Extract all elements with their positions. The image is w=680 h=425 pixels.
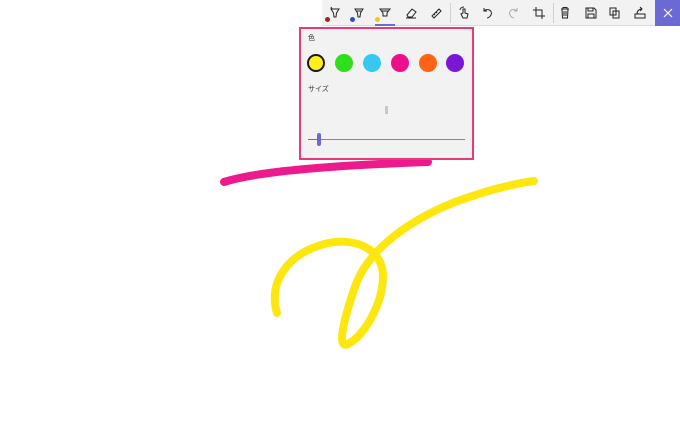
size-section-label: サイズ [308,85,329,93]
color-swatch[interactable] [446,54,464,72]
ballpoint-pen-icon [330,6,340,18]
touch-writing-button[interactable] [452,0,476,26]
toolbar-divider [450,3,451,23]
ruler-icon [431,8,442,19]
crop-button[interactable] [527,0,551,26]
highlighter-color-indicator [375,17,380,22]
copy-button[interactable] [603,0,627,26]
copy-icon [609,7,620,19]
delete-button[interactable] [553,0,577,26]
pen-size-preview [385,106,388,114]
color-swatch[interactable] [363,54,381,72]
share-button[interactable] [628,0,652,26]
color-swatch[interactable] [335,54,353,72]
redo-button[interactable] [501,0,525,26]
undo-icon [483,8,492,19]
active-tool-indicator [375,24,395,26]
pencil-color-indicator [350,17,355,22]
pencil-button[interactable] [347,0,371,26]
delete-icon [561,7,569,19]
ballpoint-color-indicator [325,17,330,22]
ink-toolbar [322,0,680,26]
highlighter-icon [379,8,391,17]
highlighter-button[interactable] [373,0,397,26]
color-section-label: 色 [308,34,315,42]
close-icon [663,8,672,18]
close-button[interactable] [655,0,680,26]
size-slider-thumb[interactable] [317,133,321,146]
ballpoint-pen-button[interactable] [323,0,347,26]
color-swatch[interactable] [307,54,325,72]
save-icon [585,7,597,19]
redo-icon [509,8,518,19]
eraser-button[interactable] [399,0,423,26]
touch-writing-icon [459,6,469,19]
save-button[interactable] [579,0,603,26]
undo-button[interactable] [476,0,500,26]
pen-settings-flyout: 色 サイズ [299,27,474,160]
ruler-button[interactable] [424,0,448,26]
size-slider-track[interactable] [308,139,465,140]
crop-icon [533,7,545,19]
yellow-ink-stroke [270,177,538,349]
share-icon [634,6,646,19]
color-swatch[interactable] [419,54,437,72]
magenta-ink-stroke [220,158,432,186]
eraser-icon [406,8,417,19]
color-swatch[interactable] [391,54,409,72]
